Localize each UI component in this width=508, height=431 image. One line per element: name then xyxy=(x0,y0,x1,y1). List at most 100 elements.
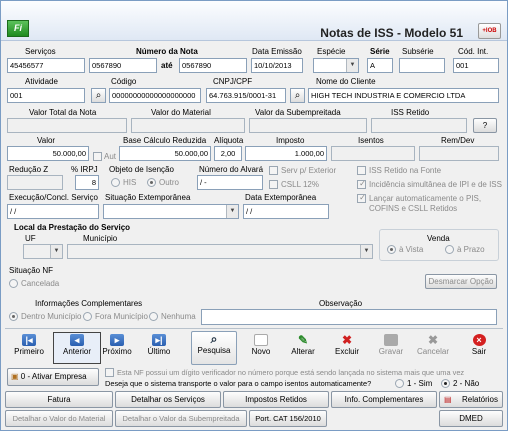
codigo-field[interactable]: 00000000000000000000 xyxy=(109,88,201,103)
aut-checkbox[interactable] xyxy=(93,152,102,161)
data-extemporanea-label: Data Extemporânea xyxy=(245,193,317,202)
pesquisa-label: Pesquisa xyxy=(197,346,231,355)
ultimo-button[interactable]: ▸| Último xyxy=(135,333,183,363)
previous-icon: ◂ xyxy=(70,334,84,346)
pct-irpj-field[interactable]: 8 xyxy=(75,175,99,190)
nome-cliente-field[interactable]: HIGH TECH INDUSTRIA E COMERCIO LTDA xyxy=(308,88,499,103)
atividade-search-button[interactable]: ⌕ xyxy=(91,88,106,103)
a-prazo-radio[interactable] xyxy=(445,245,454,254)
isentos-field xyxy=(331,146,415,161)
edit-icon: ✎ xyxy=(297,333,309,347)
detalhar-subempreitada-button[interactable]: Detalhar o Valor da Subempreitada xyxy=(115,410,247,427)
objeto-isencao-label: Objeto de Isenção xyxy=(109,165,174,174)
uf-select[interactable]: ▼ xyxy=(23,244,63,259)
ativar-empresa-label: 0 - Ativar Empresa xyxy=(20,372,87,381)
his-label: HIS xyxy=(123,178,137,187)
especie-select[interactable]: ▼ xyxy=(313,58,359,73)
sair-button[interactable]: × Sair xyxy=(455,333,503,363)
cod-int-field[interactable]: 001 xyxy=(453,58,499,73)
chevron-down-icon: ▼ xyxy=(360,245,372,258)
data-extemporanea-field[interactable]: / / xyxy=(243,204,329,219)
numero-nota-de-field[interactable]: 0567890 xyxy=(89,58,157,73)
last-icon: ▸| xyxy=(152,334,166,346)
incidencia-checkbox[interactable]: ✓ xyxy=(357,179,366,189)
gravar-button[interactable]: Gravar xyxy=(367,333,415,363)
sim-radio[interactable] xyxy=(395,379,404,388)
fatura-button[interactable]: Fatura xyxy=(5,391,113,408)
dentro-municipio-radio[interactable] xyxy=(9,312,18,321)
relatorios-button[interactable]: ▤ Relatórios xyxy=(439,391,503,408)
proximo-button[interactable]: ▸ Próximo xyxy=(93,333,141,363)
imposto-field[interactable]: 1.000,00 xyxy=(245,146,327,161)
ativar-empresa-button[interactable]: ▣ 0 - Ativar Empresa xyxy=(7,368,99,386)
impostos-retidos-button[interactable]: Impostos Retidos xyxy=(223,391,329,408)
serv-exterior-label: Serv p/ Exterior xyxy=(281,166,337,175)
check-icon: ✓ xyxy=(359,193,366,202)
serv-exterior-checkbox[interactable] xyxy=(269,166,278,175)
lancar-auto-checkbox[interactable]: ✓ xyxy=(357,193,366,203)
primeiro-button[interactable]: |◂ Primeiro xyxy=(5,333,53,363)
cnpj-field[interactable]: 64.763.915/0001-31 xyxy=(206,88,286,103)
port-cat-button[interactable]: Port. CAT 156/2010 xyxy=(249,410,327,427)
digito-verificador-label: Esta NF possui um dígito verificador no … xyxy=(117,368,465,377)
outro-radio[interactable] xyxy=(147,178,156,187)
base-calculo-field[interactable]: 50.000,00 xyxy=(119,146,211,161)
close-button[interactable]: +IOB xyxy=(478,23,501,39)
csll-checkbox[interactable] xyxy=(269,180,278,189)
pesquisa-button[interactable]: ⌕ Pesquisa xyxy=(191,331,237,365)
iss-retido-fonte-checkbox[interactable] xyxy=(357,166,366,175)
cod-int-label: Cód. Int. xyxy=(458,47,489,56)
subserie-field[interactable] xyxy=(399,58,445,73)
detalhar-material-button[interactable]: Detalhar o Valor do Material xyxy=(5,410,113,427)
isentos-label: Isentos xyxy=(358,136,384,145)
alterar-button[interactable]: ✎ Alterar xyxy=(279,333,327,363)
serie-field[interactable]: A xyxy=(367,58,393,73)
divider xyxy=(5,328,503,329)
observacao-field[interactable] xyxy=(201,309,497,325)
excluir-button[interactable]: ✖ Excluir xyxy=(323,333,371,363)
lancar-auto-label: Lançar automaticamente o PIS, COFINS e C… xyxy=(369,194,482,213)
cnpj-search-button[interactable]: ⌕ xyxy=(290,88,305,103)
servicos-label: Serviços xyxy=(25,47,56,56)
his-radio[interactable] xyxy=(111,178,120,187)
municipio-select[interactable]: ▼ xyxy=(67,244,373,259)
valor-field[interactable]: 50.000,00 xyxy=(7,146,89,161)
excluir-label: Excluir xyxy=(334,347,359,356)
dmed-button[interactable]: DMED xyxy=(439,410,503,427)
nenhuma-radio[interactable] xyxy=(149,312,158,321)
app-logo: Fi xyxy=(7,20,29,37)
numero-nota-ate-field[interactable]: 0567890 xyxy=(179,58,247,73)
nao-radio[interactable] xyxy=(441,379,450,388)
title-bar: Fi Notas de ISS - Modelo 51 +IOB xyxy=(1,1,507,41)
detalhar-servicos-button[interactable]: Detalhar os Serviços xyxy=(115,391,221,408)
valor-subempreitada-field xyxy=(249,118,367,133)
digito-verificador-checkbox[interactable] xyxy=(105,368,114,377)
desmarcar-opcao-button[interactable]: Desmarcar Opção xyxy=(425,274,497,289)
alterar-label: Alterar xyxy=(291,347,315,356)
iss-retido-help-button[interactable]: ? xyxy=(473,118,497,133)
cancelar-label: Cancelar xyxy=(416,347,449,356)
a-vista-radio[interactable] xyxy=(387,245,396,254)
cancelar-button[interactable]: ✖ Cancelar xyxy=(409,333,457,363)
outro-label: Outro xyxy=(159,178,180,187)
rem-dev-field xyxy=(419,146,499,161)
servicos-field[interactable]: 45456577 xyxy=(7,58,85,73)
valor-label: Valor xyxy=(37,136,56,145)
search-icon: ⌕ xyxy=(210,332,218,346)
iss-retido-fonte-label: ISS Retido na Fonte xyxy=(369,166,442,175)
info-complementares-button[interactable]: Info. Complementares xyxy=(331,391,437,408)
data-emissao-field[interactable]: 10/10/2013 xyxy=(251,58,303,73)
search-icon: ⌕ xyxy=(95,90,102,101)
valor-total-label: Valor Total da Nota xyxy=(29,108,97,117)
fora-municipio-radio[interactable] xyxy=(83,312,92,321)
atividade-field[interactable]: 001 xyxy=(7,88,85,103)
gravar-label: Gravar xyxy=(378,347,404,356)
situacao-extemporanea-select[interactable]: ▼ xyxy=(103,204,239,219)
execucao-field[interactable]: / / xyxy=(7,204,99,219)
cancelada-radio[interactable] xyxy=(9,279,18,288)
fora-municipio-label: Fora Município xyxy=(95,312,148,321)
novo-button[interactable]: Novo xyxy=(237,333,285,363)
numero-alvara-field[interactable]: / - xyxy=(197,175,263,190)
aliquota-field[interactable]: 2,00 xyxy=(214,146,242,161)
numero-nota-label: Número da Nota xyxy=(136,47,198,56)
